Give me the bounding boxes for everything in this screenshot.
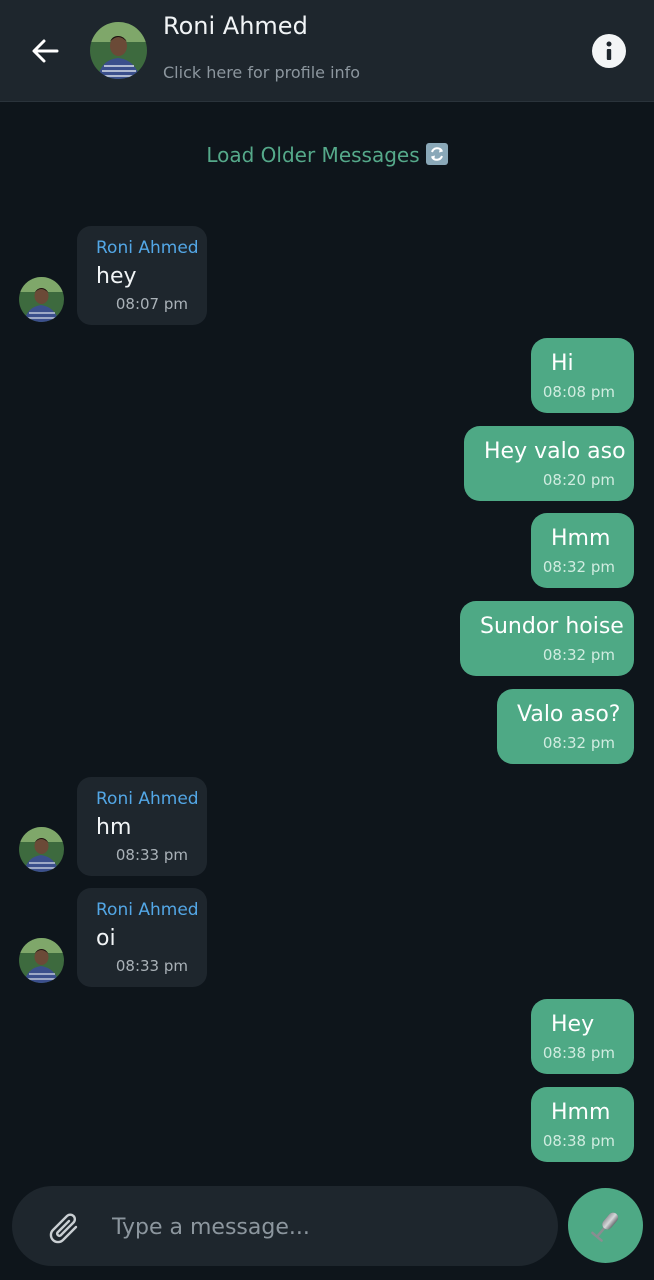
- message-time: 08:32 pm: [542, 558, 615, 576]
- message-time: 08:38 pm: [542, 1044, 615, 1062]
- message-text: Valo aso?: [517, 702, 621, 727]
- refresh-icon: [425, 143, 448, 165]
- outgoing-message[interactable]: Sundor hoise 08:32 pm: [460, 601, 634, 676]
- message-time: 08:07 pm: [115, 295, 188, 313]
- message-text: Hmm: [551, 526, 611, 551]
- info-icon: [606, 41, 612, 60]
- incoming-message[interactable]: Roni Ahmed hey 08:07 pm: [77, 226, 207, 325]
- outgoing-message[interactable]: Hmm 08:38 pm: [531, 1087, 634, 1162]
- incoming-message[interactable]: Roni Ahmed hm 08:33 pm: [77, 777, 207, 876]
- message-time: 08:32 pm: [542, 734, 615, 752]
- outgoing-message[interactable]: Valo aso? 08:32 pm: [497, 689, 634, 764]
- info-button[interactable]: [592, 34, 626, 68]
- contact-avatar[interactable]: [90, 22, 147, 79]
- message-text: Hmm: [551, 1100, 611, 1125]
- message-text: hm: [96, 815, 132, 840]
- message-text: Sundor hoise: [480, 614, 624, 639]
- message-text: Hey: [551, 1012, 595, 1037]
- profile-info-link[interactable]: Click here for profile info: [163, 63, 360, 82]
- attach-button[interactable]: [45, 1208, 81, 1244]
- sender-avatar[interactable]: [19, 277, 64, 322]
- message-time: 08:38 pm: [542, 1132, 615, 1150]
- message-time: 08:33 pm: [115, 846, 188, 864]
- message-text: oi: [96, 926, 116, 951]
- message-text: Hi: [551, 351, 574, 376]
- outgoing-message[interactable]: Hmm 08:32 pm: [531, 513, 634, 588]
- arrow-left-icon: [32, 39, 59, 63]
- contact-name[interactable]: Roni Ahmed: [163, 12, 308, 40]
- sender-name: Roni Ahmed: [96, 789, 199, 809]
- message-text: hey: [96, 264, 137, 289]
- sender-name: Roni Ahmed: [96, 900, 199, 920]
- outgoing-message[interactable]: Hey valo aso 08:20 pm: [464, 426, 634, 501]
- sender-name: Roni Ahmed: [96, 238, 199, 258]
- outgoing-message[interactable]: Hey 08:38 pm: [531, 999, 634, 1074]
- back-button[interactable]: [26, 30, 64, 72]
- message-text: Hey valo aso: [484, 439, 626, 464]
- incoming-message[interactable]: Roni Ahmed oi 08:33 pm: [77, 888, 207, 987]
- voice-record-button[interactable]: [568, 1188, 643, 1263]
- paperclip-icon: [49, 1213, 78, 1244]
- message-composer: [12, 1186, 558, 1266]
- message-time: 08:20 pm: [542, 471, 615, 489]
- message-time: 08:33 pm: [115, 957, 188, 975]
- message-time: 08:32 pm: [542, 646, 615, 664]
- sender-avatar[interactable]: [19, 827, 64, 872]
- load-older-messages-button[interactable]: Load Older Messages: [0, 143, 654, 167]
- microphone-icon: [590, 1212, 618, 1242]
- message-input[interactable]: [110, 1204, 534, 1250]
- sender-avatar[interactable]: [19, 938, 64, 983]
- chat-header: Roni Ahmed Click here for profile info: [0, 0, 654, 102]
- message-time: 08:08 pm: [542, 383, 615, 401]
- outgoing-message[interactable]: Hi 08:08 pm: [531, 338, 634, 413]
- load-older-label: Load Older Messages: [206, 143, 420, 167]
